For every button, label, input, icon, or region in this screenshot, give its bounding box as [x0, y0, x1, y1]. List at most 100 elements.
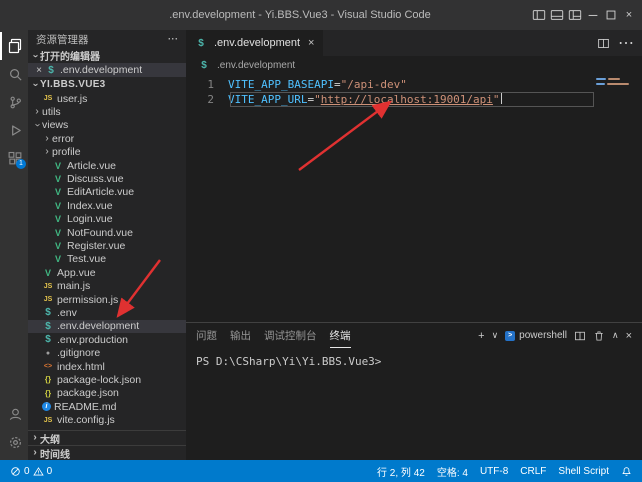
- open-editors-label: 打开的编辑器: [40, 48, 100, 63]
- close-button[interactable]: ×: [620, 4, 638, 26]
- minimize-button[interactable]: [584, 4, 602, 26]
- vue-icon: V: [52, 201, 64, 211]
- source-control-icon[interactable]: [0, 88, 28, 116]
- settings-gear-icon[interactable]: [0, 428, 28, 456]
- toggle-sidebar-icon[interactable]: [530, 4, 548, 26]
- customize-layout-icon[interactable]: [566, 4, 584, 26]
- file-item[interactable]: VNotFound.vue: [28, 226, 186, 239]
- maximize-button[interactable]: [602, 4, 620, 26]
- chevron-expanded-icon: ›: [30, 51, 40, 61]
- outline-section[interactable]: › 大纲: [28, 430, 186, 445]
- eol-sequence[interactable]: CRLF: [520, 466, 546, 477]
- code-line[interactable]: 2VITE_APP_URL="http://localhost:19001/ap…: [186, 92, 642, 107]
- problems-status[interactable]: 0 0: [10, 466, 52, 477]
- code-lines: 1VITE_APP_BASEAPI="/api-dev"2VITE_APP_UR…: [186, 77, 642, 107]
- json-icon: {}: [42, 375, 54, 384]
- js-icon: JS: [42, 95, 54, 102]
- file-item[interactable]: $.env.development: [28, 320, 186, 333]
- file-item[interactable]: VApp.vue: [28, 266, 186, 279]
- file-label: .env: [57, 307, 77, 319]
- new-terminal-icon[interactable]: +: [478, 330, 484, 342]
- warning-icon: [33, 466, 44, 477]
- panel-tab[interactable]: 输出: [230, 323, 251, 348]
- file-item[interactable]: $.env.production: [28, 333, 186, 346]
- folder-item[interactable]: ›views: [28, 119, 186, 132]
- file-item[interactable]: VIndex.vue: [28, 199, 186, 212]
- toggle-panel-icon[interactable]: [548, 4, 566, 26]
- run-debug-icon[interactable]: [0, 116, 28, 144]
- file-item[interactable]: VLogin.vue: [28, 213, 186, 226]
- minimap[interactable]: [596, 78, 640, 88]
- close-icon[interactable]: ×: [308, 37, 314, 49]
- panel-actions: + ∨ > powershell ∧ ×: [478, 323, 632, 348]
- vue-icon: V: [52, 241, 64, 251]
- panel-tab[interactable]: 调试控制台: [264, 323, 317, 348]
- tab-env-development[interactable]: $ .env.development ×: [186, 30, 323, 56]
- language-mode[interactable]: Shell Script: [558, 466, 609, 477]
- more-actions-icon[interactable]: ⋯: [618, 33, 634, 53]
- js-icon: JS: [42, 417, 54, 424]
- notifications-bell-icon[interactable]: [621, 466, 632, 477]
- env-icon: $: [198, 60, 210, 71]
- extensions-badge: 1: [16, 159, 26, 169]
- powershell-icon: >: [505, 331, 515, 341]
- warning-count: 0: [47, 466, 53, 477]
- file-label: Register.vue: [67, 240, 125, 252]
- indentation[interactable]: 空格: 4: [437, 464, 468, 479]
- tabbar-actions: ⋯: [597, 30, 642, 56]
- code-line[interactable]: 1VITE_APP_BASEAPI="/api-dev": [186, 77, 642, 92]
- code-token: ": [493, 93, 500, 106]
- panel-tabs: 问题输出调试控制台终端: [196, 323, 364, 348]
- file-item[interactable]: <>index.html: [28, 360, 186, 373]
- md-icon: i: [42, 402, 51, 411]
- file-item[interactable]: JSpermission.js: [28, 293, 186, 306]
- editor-group: $ .env.development × ⋯ $ .env.developmen…: [186, 30, 642, 460]
- open-editor-item[interactable]: × $ .env.development: [28, 63, 186, 77]
- trash-icon[interactable]: [593, 330, 605, 342]
- cursor-position[interactable]: 行 2, 列 42: [377, 464, 425, 479]
- file-item[interactable]: JSmain.js: [28, 279, 186, 292]
- panel-tab[interactable]: 问题: [196, 323, 217, 348]
- file-item[interactable]: $.env: [28, 306, 186, 319]
- file-label: .gitignore: [57, 347, 100, 359]
- folder-item[interactable]: ›profile: [28, 146, 186, 159]
- file-item[interactable]: VDiscuss.vue: [28, 172, 186, 185]
- file-item[interactable]: VTest.vue: [28, 253, 186, 266]
- encoding[interactable]: UTF-8: [480, 466, 508, 477]
- file-item[interactable]: VEditArticle.vue: [28, 186, 186, 199]
- file-item[interactable]: iREADME.md: [28, 400, 186, 413]
- search-icon[interactable]: [0, 60, 28, 88]
- chevron-down-icon[interactable]: ∨: [492, 330, 499, 341]
- split-editor-icon[interactable]: [597, 37, 610, 50]
- explorer-icon[interactable]: [0, 32, 28, 60]
- folder-item[interactable]: ›error: [28, 132, 186, 145]
- file-item[interactable]: {}package-lock.json: [28, 373, 186, 386]
- status-bar: 0 0 行 2, 列 42 空格: 4 UTF-8 CRLF Shell Scr…: [0, 460, 642, 482]
- close-panel-icon[interactable]: ×: [626, 330, 632, 342]
- split-terminal-icon[interactable]: [574, 330, 586, 342]
- panel-tab[interactable]: 终端: [330, 323, 351, 348]
- code-editor[interactable]: 1VITE_APP_BASEAPI="/api-dev"2VITE_APP_UR…: [186, 74, 642, 322]
- terminal-shell-item[interactable]: > powershell: [505, 330, 567, 341]
- workspace-header[interactable]: › YI.BBS.VUE3: [28, 77, 186, 92]
- file-label: Login.vue: [67, 213, 113, 225]
- extensions-icon[interactable]: 1: [0, 144, 28, 172]
- file-item[interactable]: VArticle.vue: [28, 159, 186, 172]
- terminal-output[interactable]: PS D:\CSharp\Yi\Yi.BBS.Vue3>: [186, 348, 642, 460]
- breadcrumb[interactable]: $ .env.development: [186, 56, 642, 74]
- more-actions-icon[interactable]: ⋯: [168, 33, 179, 45]
- close-icon[interactable]: ×: [33, 65, 45, 76]
- file-item[interactable]: {}package.json: [28, 387, 186, 400]
- sidebar-bottom-sections: › 大纲 › 时间线: [28, 430, 186, 460]
- vue-icon: V: [52, 254, 64, 264]
- maximize-panel-icon[interactable]: ∧: [612, 330, 619, 341]
- open-editors-header[interactable]: › 打开的编辑器: [28, 48, 186, 63]
- file-item[interactable]: ●.gitignore: [28, 346, 186, 359]
- account-icon[interactable]: [0, 400, 28, 428]
- breadcrumb-label: .env.development: [217, 60, 295, 71]
- timeline-section[interactable]: › 时间线: [28, 445, 186, 460]
- file-item[interactable]: JSuser.js: [28, 92, 186, 105]
- file-item[interactable]: VRegister.vue: [28, 239, 186, 252]
- folder-item[interactable]: ›utils: [28, 105, 186, 118]
- file-item[interactable]: JSvite.config.js: [28, 413, 186, 426]
